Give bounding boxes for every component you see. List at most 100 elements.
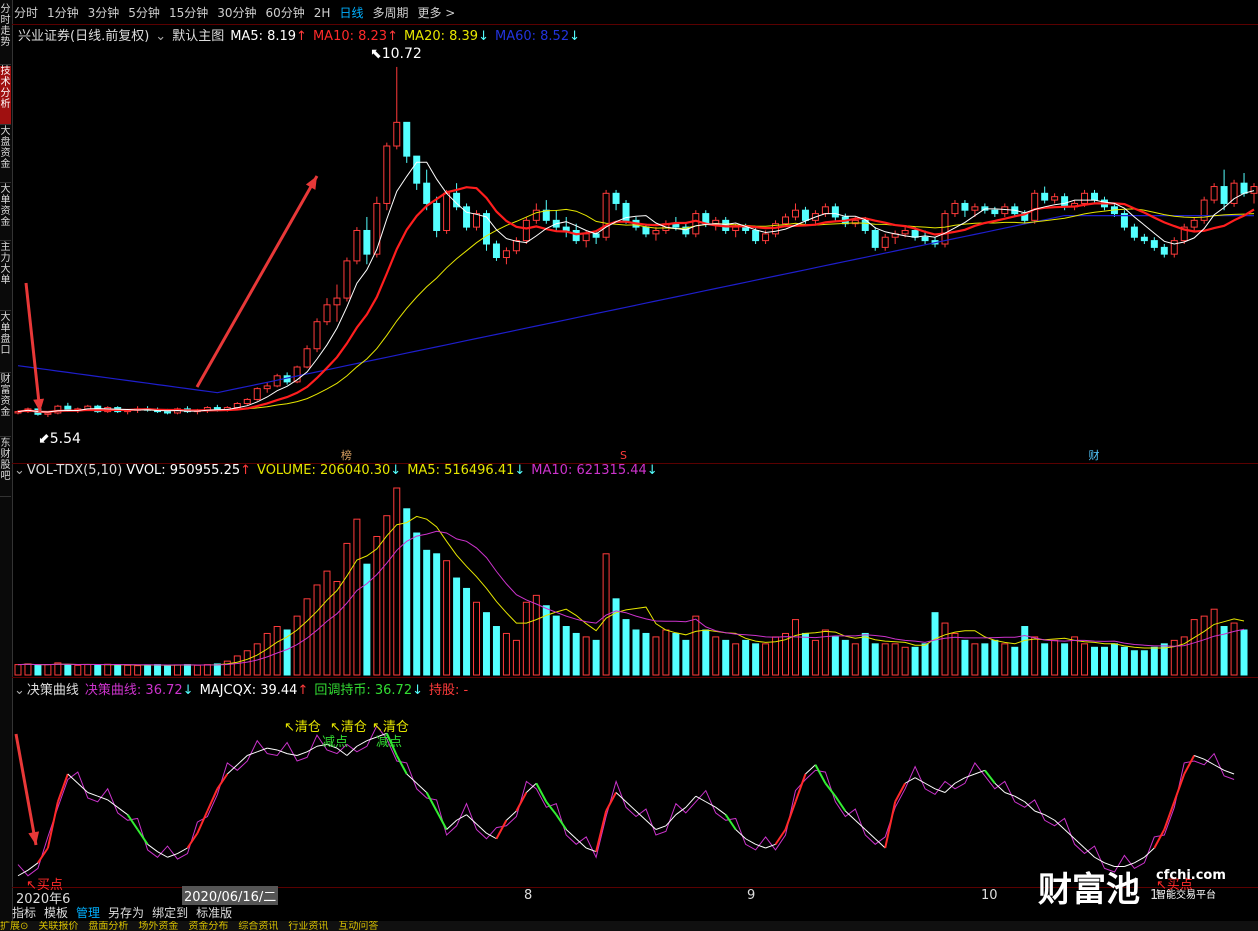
volume-bar: [463, 587, 471, 676]
decision-curve-segment: [206, 788, 219, 812]
volume-bar: [911, 646, 919, 676]
candle-body: [1051, 196, 1059, 201]
decision-curve-segment: [515, 792, 528, 812]
status-item-7[interactable]: 互动问答: [338, 921, 378, 931]
volume-bar: [742, 639, 750, 676]
decision-curve-segment: [884, 801, 897, 849]
bottom-tab-1[interactable]: 模板: [44, 906, 68, 920]
volume-bar: [443, 560, 451, 676]
candle-body: [1210, 186, 1218, 201]
status-item-2[interactable]: 盘面分析: [88, 921, 128, 931]
volume-bar: [1210, 608, 1218, 676]
candle-body: [263, 385, 271, 390]
decision-curve-segment: [1014, 795, 1025, 803]
candle-body: [343, 260, 351, 299]
status-item-1[interactable]: 关联报价: [38, 921, 78, 931]
decision-curve-segment: [296, 751, 308, 756]
volume-bar: [104, 663, 112, 676]
status-item-6[interactable]: 行业资讯: [288, 921, 328, 931]
date-label-oct: 10: [981, 888, 998, 903]
volume-bar: [1091, 646, 1099, 676]
volume-bar: [612, 598, 620, 676]
candle-body: [512, 240, 520, 252]
candle-body: [433, 202, 441, 231]
candle-body: [1041, 192, 1049, 201]
decision-curve-segment: [924, 782, 936, 790]
decision-curve-segment: [595, 810, 608, 852]
candle-body: [353, 229, 361, 262]
decision-curve-segment: [506, 810, 517, 821]
volume-bar: [482, 612, 490, 676]
decision-curve-segment: [126, 814, 139, 831]
candle-body: [1250, 186, 1258, 194]
candle-body: [612, 192, 620, 204]
decision-curve-segment: [1194, 755, 1205, 760]
volume-bar: [831, 636, 839, 676]
vol-ma10-line: [17, 530, 1245, 666]
volume-bar: [373, 535, 381, 676]
decision-curve-segment: [395, 755, 408, 775]
decision-curve-segment: [476, 823, 487, 834]
candle-body: [1240, 182, 1248, 194]
candle-body: [393, 121, 401, 147]
decision-curve-segment: [1183, 755, 1196, 775]
decision-curve-segment: [794, 773, 807, 803]
bottom-tab-5[interactable]: 标准版: [196, 906, 232, 920]
decision-curve-segment: [236, 755, 248, 766]
volume-bar: [114, 664, 122, 676]
candle-body: [911, 229, 919, 238]
candle-body: [423, 182, 431, 204]
date-label-sep: 9: [747, 888, 756, 903]
volume-bar: [682, 639, 690, 676]
volume-bar: [522, 601, 530, 676]
status-item-5[interactable]: 综合资讯: [238, 921, 278, 931]
volume-bar: [512, 639, 520, 676]
candle-body: [1130, 226, 1138, 238]
decision-curve-segment: [216, 773, 229, 790]
candle-body: [782, 216, 790, 225]
candle-body: [243, 398, 251, 405]
candle-body: [1150, 240, 1158, 248]
decision-curve-segment: [724, 814, 737, 831]
volume-bar: [1100, 646, 1108, 676]
volume-bar: [1190, 619, 1198, 676]
volume-bar: [24, 663, 32, 676]
volume-bar: [403, 508, 411, 676]
status-item-3[interactable]: 场外资金: [138, 921, 178, 931]
candle-body: [642, 226, 650, 235]
volume-bar: [801, 632, 809, 676]
bottom-tab-4[interactable]: 绑定到: [152, 906, 188, 920]
volume-bar: [861, 632, 869, 676]
volume-bar: [1051, 639, 1059, 676]
volume-bar: [1031, 636, 1039, 676]
bottom-tab-3[interactable]: 另存为: [108, 906, 144, 920]
status-item-4[interactable]: 资金分布: [188, 921, 228, 931]
bottom-tab-2[interactable]: 管理: [76, 906, 100, 920]
decision-curve-segment: [425, 792, 438, 812]
decision-curve-segment: [814, 764, 827, 784]
volume-bar: [1120, 646, 1128, 676]
volume-bar: [14, 664, 22, 676]
signal-clear-1-text: 清仓: [294, 720, 321, 735]
decision-curve-segment: [196, 810, 209, 834]
ma20-line: [17, 208, 1255, 413]
decision-curve-segment: [247, 751, 258, 756]
indicator-toolbar: 指标 模板 管理 另存为 绑定到 标准版: [12, 904, 1258, 920]
bottom-tab-0[interactable]: 指标: [12, 906, 36, 920]
volume-bar: [433, 553, 441, 676]
candle-body: [443, 192, 451, 231]
status-item-0[interactable]: 扩展⊙: [0, 921, 28, 931]
volume-bar: [44, 664, 52, 676]
decision-curve-segment: [37, 847, 49, 864]
volume-bar: [552, 615, 560, 676]
decision-curve-segment: [1163, 801, 1176, 830]
volume-bar: [1011, 646, 1019, 676]
decision-curve-segment: [1173, 773, 1186, 803]
majcqx-line: [17, 724, 1235, 877]
volume-bar: [712, 636, 720, 676]
event-marker: 榜: [341, 448, 352, 462]
kline-chart-canvas[interactable]: 榜S财: [0, 0, 1258, 931]
candle-body: [961, 202, 969, 211]
candle-body: [1061, 196, 1069, 208]
decision-curve-segment: [287, 753, 298, 756]
